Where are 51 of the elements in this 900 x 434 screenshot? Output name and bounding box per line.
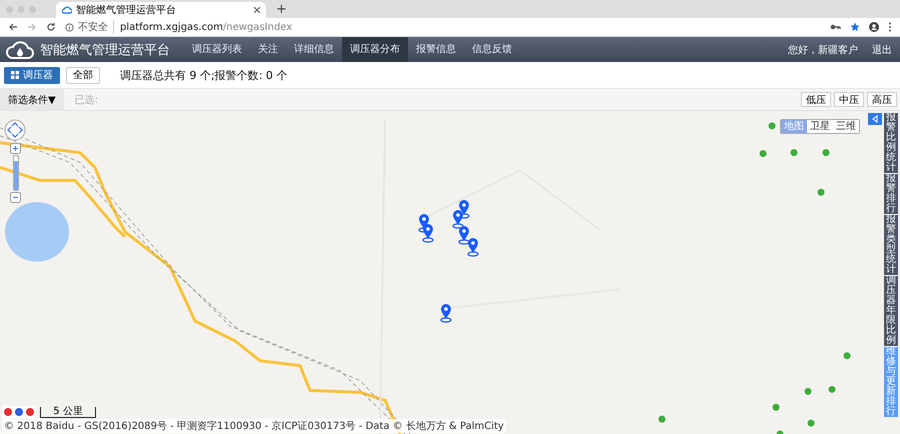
map-logo-icon <box>2 406 36 418</box>
tab-title: 智能燃气管理运营平台 <box>76 4 177 17</box>
key-icon[interactable] <box>830 23 841 31</box>
map-type-tab[interactable]: 卫星 <box>807 120 833 133</box>
summary-text: 调压器总共有 9 个;报警个数: 0 个 <box>120 68 288 82</box>
filter-dropdown[interactable]: 筛选条件▼ <box>0 89 64 110</box>
pressure-button[interactable]: 高压 <box>867 92 897 107</box>
side-tab[interactable]: 报警排行 <box>884 174 898 214</box>
back-icon[interactable] <box>8 22 18 32</box>
reload-icon[interactable] <box>46 22 56 32</box>
menu-icon[interactable] <box>888 22 892 32</box>
address-bar[interactable]: 不安全 platform.xgjgas.com/newgasIndex <box>65 19 821 35</box>
logout-link[interactable]: 退出 <box>872 42 892 56</box>
filter-button[interactable]: 调压器 <box>4 66 60 84</box>
zoom-in-icon[interactable] <box>10 143 21 154</box>
nav-item[interactable]: 详细信息 <box>286 37 342 62</box>
info-icon <box>65 22 74 32</box>
pressure-button[interactable]: 低压 <box>801 92 831 107</box>
nav-item[interactable]: 关注 <box>250 37 286 62</box>
map-marker-icon[interactable] <box>422 223 434 243</box>
browser-tab[interactable]: 智能燃气管理运营平台 <box>56 2 266 18</box>
close-icon[interactable] <box>254 7 260 13</box>
new-tab-button[interactable]: + <box>272 2 291 18</box>
nav-item[interactable]: 报警信息 <box>408 37 464 62</box>
side-tab[interactable]: 报警类型统计 <box>884 215 898 275</box>
nav-item[interactable]: 调压器分布 <box>342 37 408 62</box>
pan-control-icon[interactable] <box>4 119 26 141</box>
nav-item[interactable]: 信息反馈 <box>464 37 520 62</box>
map-attribution: © 2018 Baidu - GS(2016)2089号 - 甲测资字1100930 - 京ICP证030173号 - Data © 长地万方 & PalmCity <box>2 419 506 433</box>
scale-bar: 5 公里 <box>40 407 96 418</box>
app-title: 智能燃气管理运营平台 <box>40 42 170 58</box>
map-marker-icon[interactable] <box>440 303 452 323</box>
cloud-logo-icon <box>6 40 34 60</box>
map-marker-icon[interactable] <box>467 237 479 257</box>
filter-button[interactable]: 全部 <box>66 66 100 84</box>
cloud-icon <box>62 6 72 14</box>
side-tab[interactable]: 报警比例统计 <box>884 113 898 173</box>
side-tab[interactable]: 调压器年限比例 <box>884 276 898 346</box>
pressure-button[interactable]: 中压 <box>834 92 864 107</box>
map-marker-icon[interactable] <box>452 209 464 229</box>
collapse-icon[interactable] <box>868 113 882 125</box>
map-marker-icon[interactable] <box>458 225 470 245</box>
map-type-tab[interactable]: 三维 <box>833 120 859 133</box>
greeting-text: 您好，新疆客户 <box>788 44 858 56</box>
nav-item[interactable]: 调压器列表 <box>184 37 250 62</box>
map-marker-icon[interactable] <box>458 199 470 219</box>
selected-label: 已选: <box>74 94 98 106</box>
grid-icon <box>11 71 19 79</box>
star-icon[interactable] <box>850 22 860 32</box>
zoom-out-icon[interactable] <box>10 192 21 203</box>
account-icon[interactable] <box>869 22 879 32</box>
